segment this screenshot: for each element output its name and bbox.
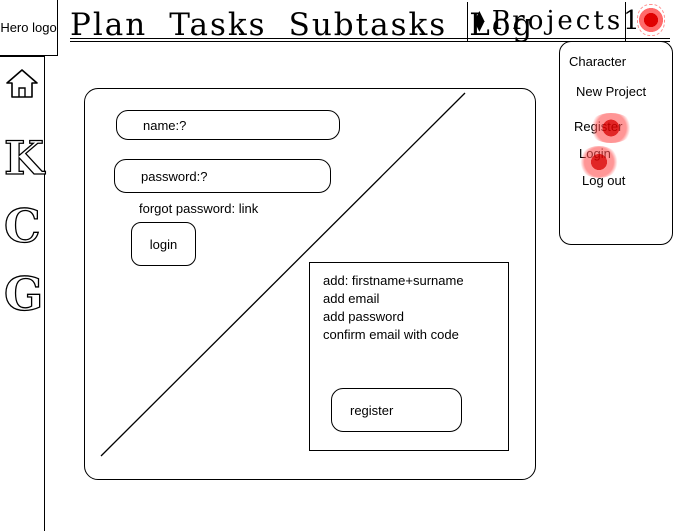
forgot-password-link[interactable]: forgot password: link: [139, 201, 258, 216]
nav-subtasks[interactable]: Subtasks: [289, 8, 448, 42]
avatar-icon[interactable]: [637, 4, 665, 36]
login-button-label: login: [149, 236, 178, 252]
menu-item-login[interactable]: Login: [579, 146, 611, 161]
menu-item-new-project[interactable]: New Project: [576, 84, 646, 99]
sidebar-divider: [0, 56, 44, 57]
nav-plan[interactable]: Plan: [70, 8, 147, 42]
menu-item-log-out[interactable]: Log out: [582, 173, 625, 188]
sidebar-letter-k[interactable]: K: [3, 131, 44, 184]
home-icon[interactable]: [4, 66, 40, 100]
project-switcher-label: Projects1: [491, 6, 643, 36]
login-button[interactable]: login: [131, 222, 196, 266]
register-step: add password: [323, 309, 404, 324]
nav-tasks[interactable]: Tasks: [169, 8, 266, 42]
nav-separator: [467, 2, 468, 42]
sidebar-border: [44, 56, 45, 531]
sidebar-letter-g[interactable]: G: [3, 267, 44, 320]
menu-item-register[interactable]: Register: [574, 119, 622, 134]
user-menu: [559, 41, 673, 245]
register-steps: add: firstname+surname add email add pas…: [323, 272, 464, 344]
register-step: confirm email with code: [323, 327, 459, 342]
nav-underline: [70, 38, 670, 39]
password-field[interactable]: password:?: [114, 159, 331, 193]
name-field-label: name:?: [143, 117, 187, 133]
project-switcher[interactable]: ▲ ▼ Projects1: [474, 4, 643, 38]
register-step: add: firstname+surname: [323, 273, 464, 288]
password-field-label: password:?: [141, 168, 208, 184]
register-button-label: register: [350, 402, 394, 418]
hero-logo[interactable]: Hero logo: [0, 0, 58, 56]
menu-item-character[interactable]: Character: [569, 54, 626, 69]
hero-logo-text: Hero logo: [0, 20, 57, 35]
register-button[interactable]: register: [331, 388, 462, 432]
register-step: add email: [323, 291, 380, 306]
name-field[interactable]: name:?: [116, 110, 340, 140]
up-down-arrows-icon: ▲ ▼: [474, 8, 488, 34]
sidebar-letter-c[interactable]: C: [3, 199, 41, 252]
